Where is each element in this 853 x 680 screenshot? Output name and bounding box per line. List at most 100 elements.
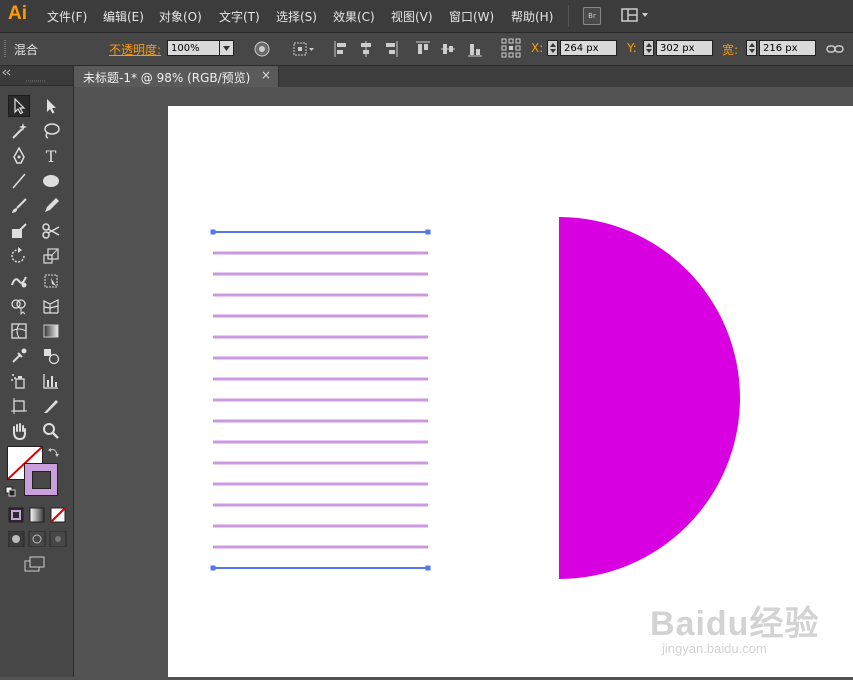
scale-tool[interactable]: [40, 245, 62, 267]
constrain-link-icon[interactable]: [826, 40, 844, 58]
width-input[interactable]: 216 px: [759, 40, 816, 56]
blob-brush-icon: [12, 223, 27, 238]
close-tab-button[interactable]: ×: [261, 68, 271, 82]
scissors-tool[interactable]: [40, 220, 62, 242]
symbol-sprayer-tool[interactable]: [8, 370, 30, 392]
gradient-tool[interactable]: [40, 320, 62, 342]
gradient-icon: [43, 324, 59, 338]
align-top-icon[interactable]: [415, 40, 431, 58]
pen-icon: [13, 147, 25, 164]
pencil-icon: [45, 198, 59, 212]
align-bottom-icon[interactable]: [467, 40, 483, 58]
menu-type[interactable]: 文字(T): [219, 8, 260, 25]
draw-mode-buttons[interactable]: [8, 531, 68, 547]
align-left-icon[interactable]: [333, 40, 349, 58]
align-right-icon[interactable]: [383, 40, 399, 58]
warp-tool[interactable]: [8, 270, 30, 292]
color-mode-buttons[interactable]: [8, 507, 68, 523]
menu-view[interactable]: 视图(V): [391, 8, 433, 25]
stroke-swatch[interactable]: [24, 463, 58, 496]
direct-selection-tool[interactable]: [40, 95, 62, 117]
pencil-tool[interactable]: [40, 195, 62, 217]
grip-icon: [4, 40, 6, 58]
type-icon: T: [45, 146, 57, 166]
lasso-tool[interactable]: [40, 120, 62, 142]
selection-tool[interactable]: [8, 95, 30, 117]
half-circle-shape[interactable]: [559, 217, 740, 579]
opacity-dropdown[interactable]: [219, 40, 234, 56]
tools-panel: T: [0, 66, 74, 677]
magic-wand-icon: [12, 123, 27, 139]
menu-object[interactable]: 对象(O): [159, 8, 202, 25]
width-stepper[interactable]: [746, 40, 757, 56]
eyedropper-tool[interactable]: [8, 345, 30, 367]
tools-panel-header[interactable]: [0, 66, 73, 86]
align-center-h-icon[interactable]: [358, 40, 374, 58]
line-tool[interactable]: [8, 170, 30, 192]
menu-effect[interactable]: 效果(C): [333, 8, 375, 25]
eyedropper-icon: [12, 348, 27, 363]
opacity-label[interactable]: 不透明度:: [109, 41, 161, 58]
menu-select[interactable]: 选择(S): [276, 8, 317, 25]
anchor-point[interactable]: [425, 565, 431, 571]
shape-builder-tool[interactable]: [8, 295, 30, 317]
blob-brush-tool[interactable]: [8, 220, 30, 242]
paintbrush-tool[interactable]: [8, 195, 30, 217]
recolor-icon[interactable]: [253, 40, 271, 58]
opacity-input[interactable]: 100%: [167, 40, 220, 56]
collapse-arrows-icon: [2, 69, 46, 82]
x-input[interactable]: 264 px: [560, 40, 617, 56]
blend-tool[interactable]: [40, 345, 62, 367]
mesh-icon: [11, 323, 27, 339]
anchor-point[interactable]: [425, 229, 431, 235]
x-stepper[interactable]: [547, 40, 558, 56]
align-to-icon[interactable]: [292, 40, 316, 58]
zoom-tool[interactable]: [40, 420, 62, 442]
warp-icon: [11, 276, 27, 288]
perspective-grid-tool[interactable]: [40, 295, 62, 317]
document-tab-bar: 未标题-1* @ 98% (RGB/预览) ×: [74, 66, 853, 87]
menu-file[interactable]: 文件(F): [47, 8, 87, 25]
selection-arrow-icon: [14, 98, 26, 114]
slice-tool[interactable]: [40, 395, 62, 417]
free-transform-tool[interactable]: [40, 270, 62, 292]
blend-icon: [44, 349, 60, 365]
anchor-point[interactable]: [210, 229, 216, 235]
magic-wand-tool[interactable]: [8, 120, 30, 142]
lasso-icon: [44, 123, 60, 139]
screen-mode-icon[interactable]: [24, 556, 46, 572]
rotate-icon: [11, 247, 25, 263]
y-stepper[interactable]: [643, 40, 654, 56]
menu-help[interactable]: 帮助(H): [511, 8, 553, 25]
default-colors-icon[interactable]: [5, 486, 17, 498]
zoom-icon: [43, 423, 59, 439]
bridge-button[interactable]: Br: [583, 7, 601, 25]
menu-window[interactable]: 窗口(W): [449, 8, 494, 25]
align-center-v-icon[interactable]: [440, 40, 456, 58]
artboard-icon: [11, 398, 27, 414]
ellipse-tool[interactable]: [40, 170, 62, 192]
type-tool[interactable]: T: [40, 145, 62, 167]
swap-fill-stroke-icon[interactable]: [48, 446, 60, 458]
free-transform-icon: [44, 274, 58, 288]
scissors-icon: [42, 223, 60, 239]
watermark-main: Baidu经验: [650, 605, 820, 643]
reference-point-icon[interactable]: [501, 38, 521, 58]
pen-tool[interactable]: [8, 145, 30, 167]
artboard[interactable]: [168, 106, 853, 677]
menu-edit[interactable]: 编辑(E): [103, 8, 144, 25]
scale-icon: [43, 248, 59, 264]
y-input[interactable]: 302 px: [656, 40, 713, 56]
rotate-tool[interactable]: [8, 245, 30, 267]
mesh-tool[interactable]: [8, 320, 30, 342]
column-graph-tool[interactable]: [40, 370, 62, 392]
baidu-watermark: Baidu经验 jingyan.baidu.com: [650, 596, 819, 656]
anchor-point[interactable]: [210, 565, 216, 571]
artboard-tool[interactable]: [8, 395, 30, 417]
workspace-switcher[interactable]: [621, 7, 651, 23]
artwork-canvas[interactable]: [168, 106, 853, 677]
perspective-grid-icon: [43, 299, 59, 314]
document-tab[interactable]: 未标题-1* @ 98% (RGB/预览) ×: [74, 66, 279, 87]
menu-bar: Ai 文件(F) 编辑(E) 对象(O) 文字(T) 选择(S) 效果(C) 视…: [0, 0, 853, 33]
hand-tool[interactable]: [8, 420, 30, 442]
